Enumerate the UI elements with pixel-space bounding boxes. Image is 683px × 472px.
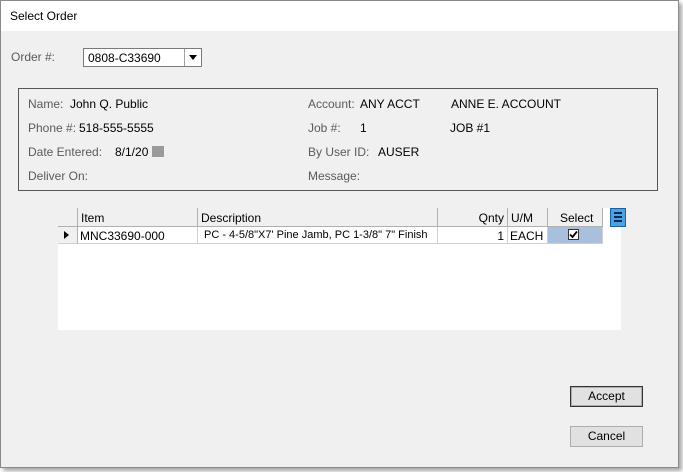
- cell-qnty-text: 1: [497, 229, 504, 243]
- phone-value: 518-555-5555: [79, 121, 154, 135]
- column-header-item[interactable]: Item: [78, 208, 198, 227]
- select-order-dialog: Select Order Order #: 0808-C33690 Name: …: [0, 0, 679, 468]
- window-title: Select Order: [10, 9, 78, 23]
- row-selector[interactable]: [58, 227, 78, 244]
- job-name: JOB #1: [450, 121, 491, 135]
- column-label-item: Item: [81, 211, 105, 225]
- cell-select[interactable]: [548, 227, 603, 244]
- select-checkbox[interactable]: [568, 229, 579, 240]
- user-id-value: AUSER: [378, 145, 420, 159]
- order-select-value: 0808-C33690: [88, 51, 161, 65]
- cell-qnty[interactable]: 1: [438, 227, 508, 244]
- cell-item-text: MNC33690-000: [80, 229, 165, 243]
- row-pointer-icon: [64, 231, 69, 239]
- cell-um[interactable]: EACH: [508, 227, 548, 244]
- cell-description-text: PC - 4-5/8"X7' Pine Jamb, PC 1-3/8" 7" F…: [204, 229, 428, 241]
- column-header-description[interactable]: Description: [198, 208, 438, 227]
- row-header-corner: [58, 208, 78, 227]
- account-name: ANNE E. ACCOUNT: [451, 97, 562, 111]
- deliver-on-label: Deliver On:: [28, 169, 89, 183]
- cell-um-text: EACH: [510, 229, 544, 243]
- name-value: John Q. Public: [70, 97, 149, 111]
- name-label: Name:: [28, 97, 64, 111]
- column-label-um: U/M: [511, 211, 533, 225]
- cell-description[interactable]: PC - 4-5/8"X7' Pine Jamb, PC 1-3/8" 7" F…: [198, 227, 438, 244]
- items-grid[interactable]: Item Description Qnty U/M Select MNC3369…: [58, 208, 621, 330]
- title-bar[interactable]: Select Order: [1, 1, 678, 31]
- job-value: 1: [360, 121, 367, 135]
- cell-item[interactable]: MNC33690-000: [78, 227, 198, 244]
- cancel-button[interactable]: Cancel: [570, 426, 643, 447]
- redacted-block: [152, 146, 164, 157]
- date-entered-value: 8/1/20: [115, 145, 149, 159]
- column-label-qnty: Qnty: [478, 211, 504, 225]
- column-menu-icon[interactable]: [610, 208, 626, 227]
- column-label-description: Description: [201, 211, 262, 225]
- user-id-label: By User ID:: [308, 145, 370, 159]
- column-header-qnty[interactable]: Qnty: [438, 208, 508, 227]
- column-header-select[interactable]: Select: [548, 208, 603, 227]
- account-label: Account:: [308, 97, 355, 111]
- column-header-um[interactable]: U/M: [508, 208, 548, 227]
- order-label: Order #:: [11, 50, 56, 64]
- accept-button[interactable]: Accept: [570, 386, 643, 407]
- job-label: Job #:: [308, 121, 341, 135]
- column-label-select: Select: [560, 211, 594, 225]
- phone-label: Phone #:: [28, 121, 77, 135]
- message-label: Message:: [308, 169, 361, 183]
- chevron-down-icon: [189, 55, 197, 60]
- order-dropdown-button[interactable]: [184, 49, 201, 66]
- account-value: ANY ACCT: [360, 97, 420, 111]
- checkmark-icon: [569, 230, 578, 239]
- date-entered-label: Date Entered:: [28, 145, 103, 159]
- order-select[interactable]: 0808-C33690: [83, 48, 202, 67]
